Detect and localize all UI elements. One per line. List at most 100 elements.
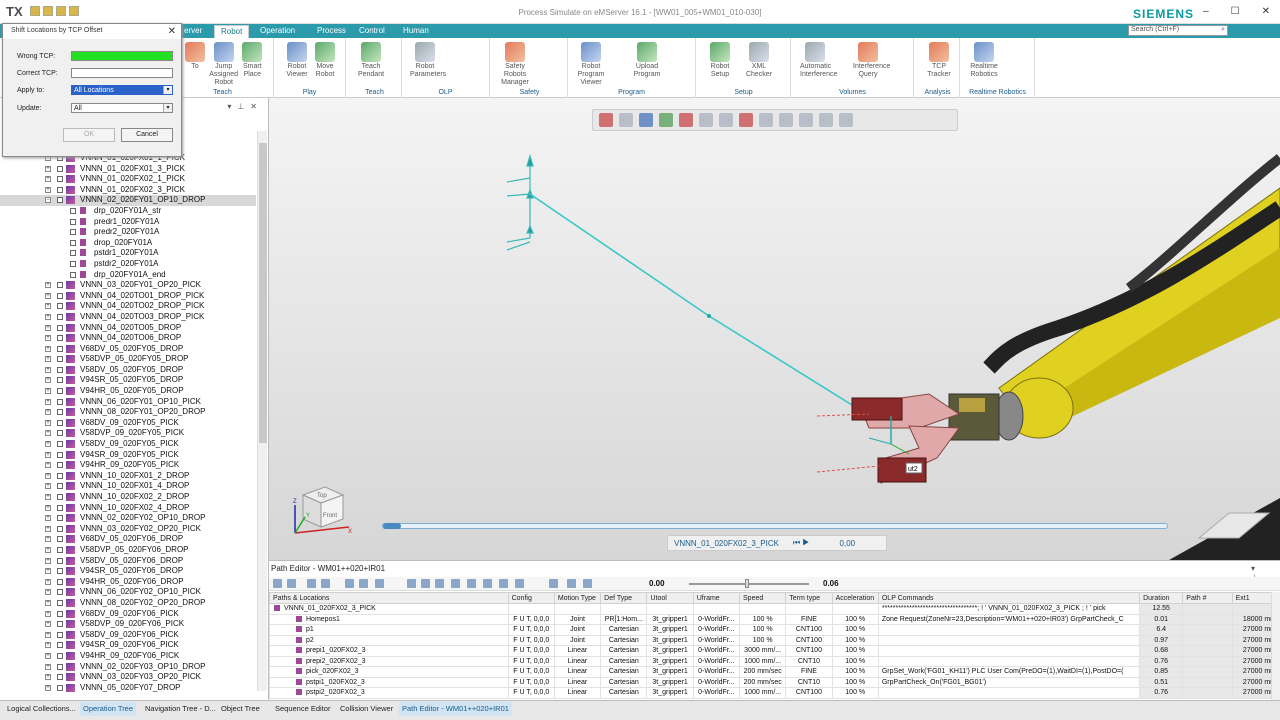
tree-checkbox[interactable] <box>57 313 63 320</box>
expand-toggle-icon[interactable]: + <box>45 398 51 405</box>
cell-name[interactable]: VNNN_01_020FX02_3_PICK <box>269 603 509 615</box>
tree-checkbox[interactable] <box>57 515 63 522</box>
table-scrollbar[interactable] <box>1271 592 1280 701</box>
filter-icon[interactable] <box>719 113 733 127</box>
expand-toggle-icon[interactable]: − <box>45 197 51 204</box>
speed-slider[interactable] <box>689 579 809 588</box>
cancel-button[interactable]: Cancel <box>121 128 173 142</box>
tree-checkbox[interactable] <box>57 525 63 532</box>
expand-toggle-icon[interactable]: + <box>45 536 51 543</box>
settings-icon[interactable] <box>583 579 592 588</box>
tree-checkbox[interactable] <box>57 165 63 172</box>
table-row[interactable]: prepi2_020FX02_3 F U T, 0,0,0 Linear Cartes… <box>269 655 1280 667</box>
tree-checkbox[interactable] <box>57 441 63 448</box>
tree-item[interactable]: + V94HR_09_020FY05_PICK <box>0 460 256 471</box>
table-row[interactable]: pstpi2_020FX02_3 F U T, 0,0,0 Linear Cartes… <box>269 687 1280 699</box>
tree-checkbox[interactable] <box>57 494 63 500</box>
pick-level-icon[interactable] <box>759 113 773 127</box>
prev-icon[interactable] <box>421 579 430 588</box>
tree-item[interactable]: + V58DVP_05_020FY05_DROP <box>0 354 256 365</box>
column-header[interactable]: Term type <box>785 592 833 604</box>
bottom-tab-left-2[interactable]: Navigation Tree - D... <box>142 702 219 716</box>
ribbon-button-4-0[interactable]: Safety Robots Manager <box>500 42 530 87</box>
tree-item[interactable]: + V58DV_05_020FY06_DROP <box>0 556 256 567</box>
tree-item[interactable]: pstdr2_020FY01A <box>0 259 256 270</box>
expand-toggle-icon[interactable]: + <box>45 430 51 437</box>
apply-to-select[interactable]: All Locations ▾ <box>71 85 173 95</box>
tree-item[interactable]: + VNNN_10_020FX02_2_DROP <box>0 492 256 503</box>
tree-item[interactable]: + VNNN_04_020TO02_DROP_PICK <box>0 301 256 312</box>
tree-checkbox[interactable] <box>57 557 63 564</box>
ribbon-button-6-0[interactable]: Robot Setup <box>705 42 735 79</box>
expand-toggle-icon[interactable]: + <box>45 335 51 342</box>
tree-checkbox[interactable] <box>57 462 63 469</box>
expand-toggle-icon[interactable]: + <box>45 525 51 532</box>
expand-toggle-icon[interactable]: + <box>45 165 51 172</box>
tree-item[interactable]: + VNNN_10_020FX02_4_DROP <box>0 503 256 514</box>
tree-checkbox[interactable] <box>57 536 63 543</box>
tree-item[interactable]: + VNNN_10_020FX01_4_DROP <box>0 481 256 492</box>
tree-item[interactable]: + VNNN_04_020TO05_DROP <box>0 323 256 334</box>
expand-toggle-icon[interactable]: + <box>45 494 51 500</box>
tree-checkbox[interactable] <box>57 398 63 405</box>
table-row[interactable]: p1 F U T, 0,0,0 Joint Cartesian 3t_gripper1 0… <box>269 624 1280 636</box>
remove-icon[interactable] <box>287 579 296 588</box>
tree-item[interactable]: predr1_020FY01A <box>0 217 256 228</box>
color-icon[interactable] <box>739 113 753 127</box>
tree-checkbox[interactable] <box>57 186 63 193</box>
column-header[interactable]: Duration <box>1139 592 1184 604</box>
tree-item[interactable]: + V94SR_09_020FY06_PICK <box>0 640 256 651</box>
rotate-icon[interactable] <box>839 113 853 127</box>
placement-icon[interactable] <box>819 113 833 127</box>
tree-checkbox[interactable] <box>57 335 63 342</box>
column-header[interactable]: Motion Type <box>553 592 602 604</box>
ribbon-button-1-0[interactable]: Robot Viewer <box>282 42 312 79</box>
tree-item[interactable]: drp_020FY01A_end <box>0 270 256 281</box>
cell-name[interactable]: pstpi2_020FX02_3 <box>269 687 509 699</box>
tree-checkbox[interactable] <box>57 483 63 490</box>
tree-item[interactable]: + VNNN_02_020FY02_OP10_DROP <box>0 513 256 524</box>
tree-checkbox[interactable] <box>57 366 63 373</box>
move-up-icon[interactable] <box>345 579 354 588</box>
tree-item[interactable]: + V58DVP_05_020FY06_DROP <box>0 545 256 556</box>
step-back-icon[interactable] <box>435 579 444 588</box>
column-header[interactable]: Config <box>507 592 555 604</box>
columns-icon[interactable] <box>375 579 384 588</box>
expand-toggle-icon[interactable]: + <box>45 504 51 511</box>
teach-icon[interactable] <box>549 579 558 588</box>
ribbon-button-0-2[interactable]: Smart Place <box>237 42 267 79</box>
tab-2[interactable]: Operation <box>254 25 301 38</box>
close-icon[interactable]: ✕ <box>1262 6 1270 17</box>
paste-icon[interactable] <box>321 579 330 588</box>
expand-toggle-icon[interactable]: + <box>45 462 51 469</box>
render-mode-icon[interactable] <box>679 113 693 127</box>
zoom-fit-icon[interactable] <box>599 113 613 127</box>
column-header[interactable]: Paths & Locations <box>269 592 509 604</box>
cell-name[interactable]: pstpi1_020FX02_3 <box>269 676 509 688</box>
bottom-tab-left-1[interactable]: Operation Tree <box>80 702 137 716</box>
tree-checkbox[interactable] <box>70 271 76 278</box>
update-select[interactable]: All ▾ <box>71 103 173 113</box>
column-header[interactable]: Utool <box>646 592 694 604</box>
expand-toggle-icon[interactable]: + <box>45 451 51 458</box>
tree-item[interactable]: + VNNN_02_020FY03_OP10_DROP <box>0 662 256 673</box>
expand-toggle-icon[interactable]: + <box>45 282 51 289</box>
tree-checkbox[interactable] <box>57 621 63 628</box>
expand-toggle-icon[interactable]: + <box>45 186 51 193</box>
zoom-icon[interactable] <box>619 113 633 127</box>
ribbon-button-3-0[interactable]: Robot Parameters <box>410 42 446 79</box>
expand-toggle-icon[interactable]: + <box>45 631 51 638</box>
tree-item[interactable]: + VNNN_01_020FX02_1_PICK <box>0 174 256 185</box>
expand-toggle-icon[interactable]: + <box>45 388 51 395</box>
tree-checkbox[interactable] <box>57 472 63 479</box>
tree-checkbox[interactable] <box>70 218 76 225</box>
tree-checkbox[interactable] <box>57 324 63 331</box>
tree-checkbox[interactable] <box>57 282 63 289</box>
slider-handle[interactable] <box>383 523 401 529</box>
correct-tcp-field[interactable] <box>71 68 173 78</box>
tree-checkbox[interactable] <box>57 642 63 649</box>
expand-toggle-icon[interactable]: + <box>45 441 51 448</box>
tree-checkbox[interactable] <box>70 239 76 246</box>
expand-toggle-icon[interactable]: + <box>45 589 51 596</box>
tree-checkbox[interactable] <box>57 674 63 681</box>
